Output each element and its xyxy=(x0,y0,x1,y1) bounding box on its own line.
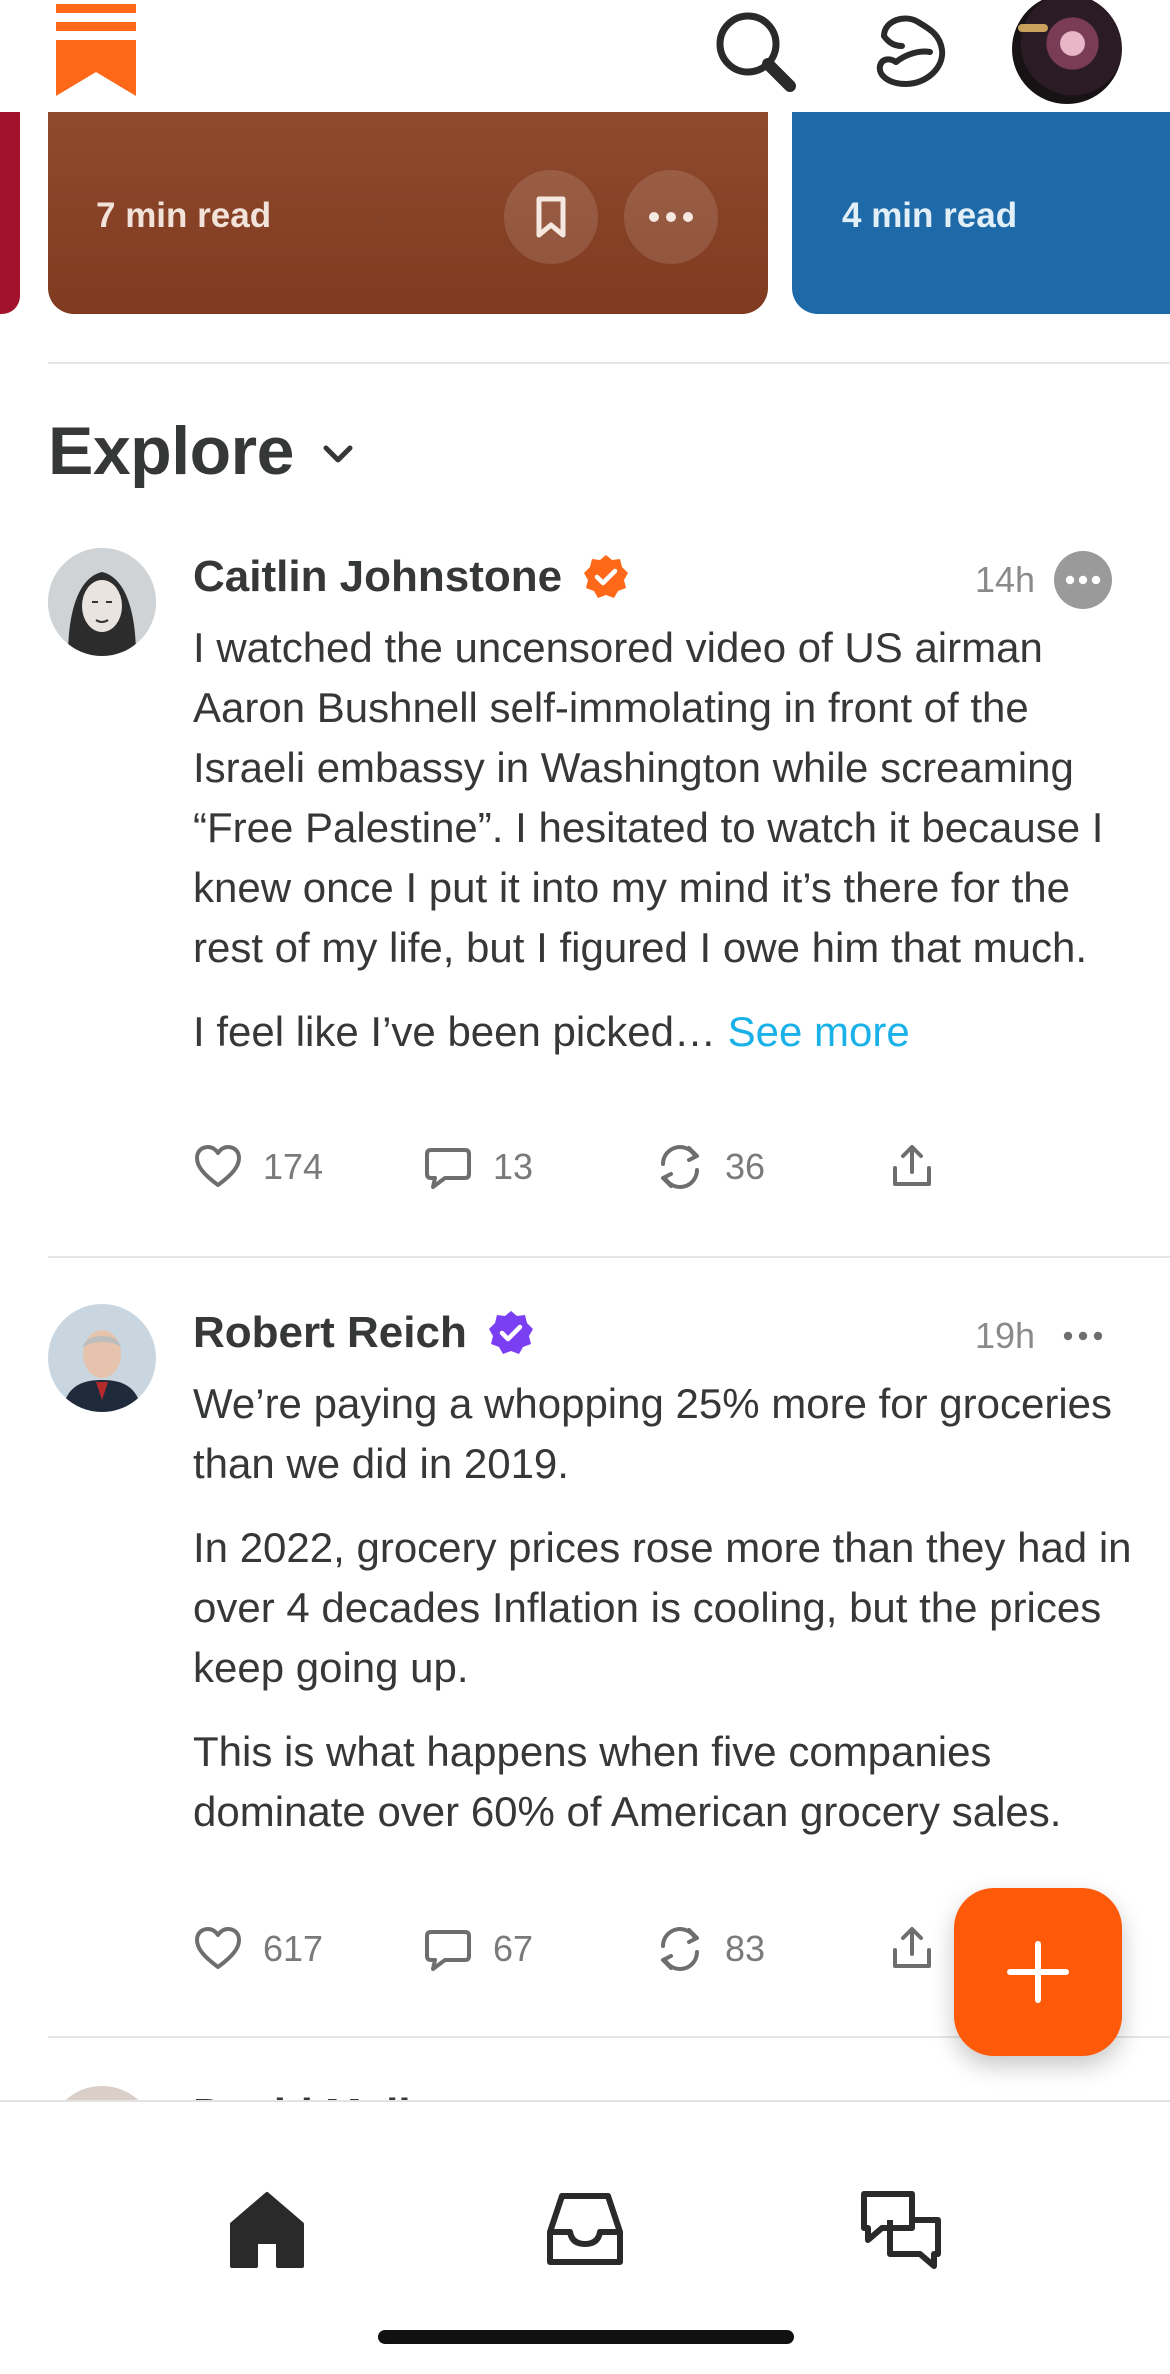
post-paragraph: I watched the uncensored video of US air… xyxy=(193,624,1104,971)
comment-count: 13 xyxy=(493,1146,534,1187)
more-horizontal-icon xyxy=(1065,575,1101,585)
post-actions: 617 67 83 xyxy=(193,1924,953,1984)
plus-icon xyxy=(1007,1941,1069,2003)
carousel-card[interactable]: 7 min read xyxy=(48,112,768,314)
comment-button[interactable]: 67 xyxy=(423,1924,533,1974)
like-count: 617 xyxy=(263,1928,324,1969)
post-body[interactable]: I watched the uncensored video of US air… xyxy=(193,618,1133,1086)
more-horizontal-icon xyxy=(649,212,693,222)
carousel-card[interactable]: 4 min read xyxy=(792,112,1170,314)
heart-icon xyxy=(195,1145,241,1187)
post-paragraph: This is what happens when five companies… xyxy=(193,1728,1062,1835)
share-icon xyxy=(893,1927,931,1968)
card-read-time: 4 min read xyxy=(842,196,1018,235)
profile-avatar[interactable] xyxy=(1012,0,1122,104)
see-more-link[interactable]: See more xyxy=(728,1008,910,1055)
restack-count: 36 xyxy=(725,1146,766,1187)
explore-header[interactable]: Explore xyxy=(48,412,356,490)
truncated-text: I feel like I’ve been picked… xyxy=(193,1008,716,1055)
compose-button[interactable] xyxy=(954,1888,1122,2056)
home-icon[interactable] xyxy=(222,2184,312,2274)
author-name: Robert Reich xyxy=(193,1308,467,1357)
card-read-time: 7 min read xyxy=(96,196,272,235)
share-button[interactable] xyxy=(887,1924,957,1974)
home-indicator xyxy=(378,2330,794,2344)
chevron-down-icon xyxy=(323,445,353,463)
carousel-card-partial[interactable] xyxy=(0,112,20,314)
restack-count: 83 xyxy=(725,1928,766,1969)
post-author[interactable]: Robert Reich xyxy=(193,1308,535,1358)
avatar[interactable] xyxy=(48,548,156,656)
post-more-button[interactable] xyxy=(1054,551,1112,609)
restack-icon xyxy=(661,1145,699,1189)
post-paragraph-truncated: I feel like I’ve been picked… See more xyxy=(193,1002,1133,1062)
comment-icon xyxy=(425,1148,471,1189)
inbox-icon[interactable] xyxy=(540,2184,630,2274)
comment-count: 67 xyxy=(493,1928,534,1969)
post-time: 19h xyxy=(975,1315,1036,1356)
post-body[interactable]: We’re paying a whopping 25% more for gro… xyxy=(193,1374,1133,1866)
more-horizontal-icon xyxy=(1063,1331,1103,1341)
like-button[interactable]: 617 xyxy=(193,1924,323,1974)
search-icon[interactable] xyxy=(710,6,800,96)
share-icon xyxy=(893,1145,931,1186)
chat-icon[interactable] xyxy=(856,2184,946,2274)
heart-icon xyxy=(195,1927,241,1969)
post-time: 14h xyxy=(975,559,1036,600)
divider xyxy=(48,362,1170,364)
card-more-button[interactable] xyxy=(624,170,718,264)
restack-icon xyxy=(661,1927,699,1971)
divider xyxy=(48,1256,1170,1258)
like-button[interactable]: 174 xyxy=(193,1142,323,1192)
verified-badge-icon xyxy=(584,555,629,598)
author-name: Caitlin Johnstone xyxy=(193,552,563,601)
comment-button[interactable]: 13 xyxy=(423,1142,533,1192)
post-author[interactable]: Caitlin Johnstone xyxy=(193,552,630,602)
restack-button[interactable]: 36 xyxy=(655,1142,765,1192)
verified-badge-icon xyxy=(488,1311,533,1354)
post-actions: 174 13 36 xyxy=(193,1142,953,1202)
post-paragraph: We’re paying a whopping 25% more for gro… xyxy=(193,1380,1113,1487)
avatar[interactable] xyxy=(48,1304,156,1412)
share-button[interactable] xyxy=(887,1142,957,1192)
activity-icon[interactable] xyxy=(866,6,956,96)
comment-icon xyxy=(425,1930,471,1971)
post-more-button[interactable] xyxy=(1054,1307,1112,1365)
post-paragraph: In 2022, grocery prices rose more than t… xyxy=(193,1524,1132,1691)
bookmark-button[interactable] xyxy=(504,170,598,264)
author-portrait-icon xyxy=(48,548,156,656)
author-portrait-icon xyxy=(48,1304,156,1412)
restack-button[interactable]: 83 xyxy=(655,1924,765,1974)
section-title: Explore xyxy=(48,413,294,489)
bookmark-icon xyxy=(536,196,566,238)
like-count: 174 xyxy=(263,1146,324,1187)
top-bar xyxy=(0,0,1170,112)
substack-logo-icon[interactable] xyxy=(56,4,136,96)
